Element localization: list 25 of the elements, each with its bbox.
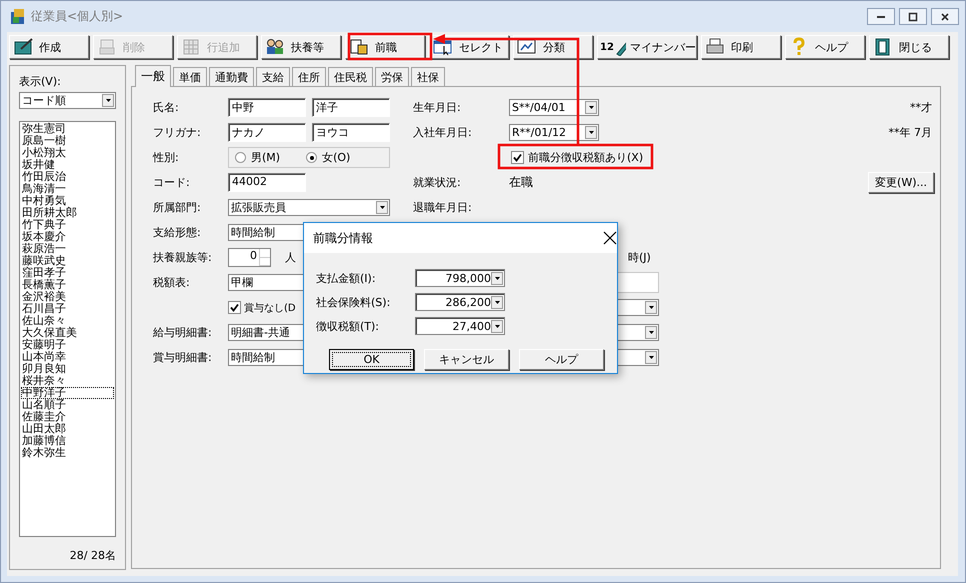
field-label: コード: [153, 175, 191, 190]
field-label: 賞与明細書: [153, 350, 213, 365]
field-label: 生年月日: [413, 100, 462, 115]
field-label: 性別: [153, 150, 180, 165]
field-label: 徴収税額(T): [316, 318, 380, 334]
field-label: 社会保険料(S): [316, 294, 392, 310]
info-text: **才 [910, 100, 932, 115]
window-title: 従業員<個人別> [31, 8, 124, 25]
field-label: 税額表: [153, 275, 191, 290]
field-label: 退職年月日: [413, 200, 473, 215]
field-label: フリガナ: [153, 125, 202, 140]
field-label: 扶養親族等: [153, 250, 213, 265]
field-label: 所属部門: [153, 200, 202, 215]
employee-count: 28/ 28名 [68, 548, 116, 563]
unit-label: 人 [285, 250, 296, 265]
field-label: 給与明細書: [153, 325, 213, 340]
field-label: 氏名: [153, 100, 180, 115]
option-label: 時(J) [628, 250, 651, 265]
view-label: 表示(V): [19, 74, 62, 90]
dialog-title: 前職分情報 [313, 230, 374, 246]
field-label: 就業状況: [413, 175, 462, 190]
field-label: 支給形態: [153, 225, 202, 240]
status-text: 在職 [509, 174, 533, 191]
info-text: **年 7月 [888, 125, 932, 140]
field-label: 入社年月日: [413, 125, 473, 140]
